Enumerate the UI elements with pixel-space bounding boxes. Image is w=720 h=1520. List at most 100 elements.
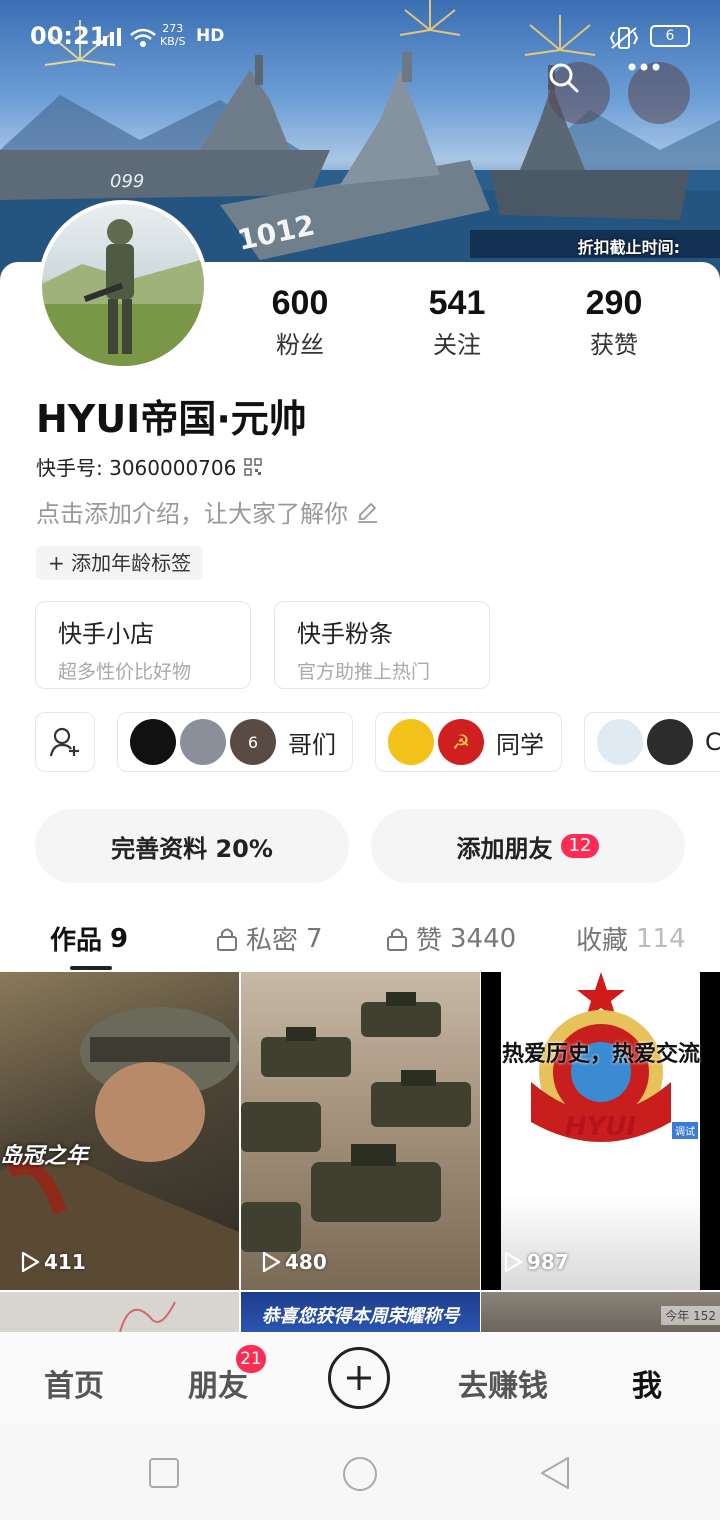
service-kuaishou-shop[interactable]: 快手小店 超多性价比好物 [35, 601, 251, 689]
stat-likes-value: 290 [585, 284, 643, 322]
recent-apps-icon[interactable] [148, 1457, 180, 1489]
tab-count: 9 [110, 923, 129, 954]
video-corner-tag: 今年 152 [661, 1306, 720, 1325]
tab-count: 7 [306, 923, 323, 954]
intro-placeholder: 点击添加介绍，让大家了解你 [36, 500, 348, 528]
video-thumbnail[interactable]: HYUI 调试 热爱历史，热爱交流 987 [481, 972, 720, 1290]
tab-label: 私密 [246, 926, 299, 956]
member-avatar [388, 719, 434, 765]
complete-profile-button[interactable]: 完善资料 20% [35, 809, 349, 883]
play-icon [21, 1251, 40, 1273]
video-thumbnail[interactable]: 恭喜您获得本周荣耀称号 [241, 1292, 480, 1332]
member-avatar: ☭ [438, 719, 484, 765]
stat-following[interactable]: 541 关注 [387, 284, 527, 360]
tab-label: 赞 [416, 926, 443, 956]
complete-profile-label: 完善资料 20% [111, 834, 273, 863]
group-third[interactable]: C [584, 712, 720, 772]
member-count-badge: 6 [230, 719, 276, 765]
create-post-button[interactable] [328, 1347, 390, 1409]
back-triangle-icon[interactable] [538, 1455, 572, 1491]
group-label: 同学 [496, 730, 544, 759]
tab-private[interactable]: 私密 7 [216, 920, 323, 957]
avatar[interactable] [38, 200, 208, 370]
status-time: 00:21 [30, 22, 107, 50]
stat-fans-label: 粉丝 [276, 331, 324, 359]
tab-count: 114 [636, 923, 686, 954]
member-avatar [180, 719, 226, 765]
stat-likes-label: 获赞 [590, 331, 638, 359]
video-overlay-text: 恭喜您获得本周荣耀称号 [261, 1306, 460, 1327]
stat-likes[interactable]: 290 获赞 [544, 284, 684, 360]
tab-liked[interactable]: 赞 3440 [386, 920, 516, 957]
edit-pencil-icon [358, 502, 377, 523]
group-classmates[interactable]: ☭ 同学 [375, 712, 562, 772]
nav-friends-badge: 21 [236, 1345, 266, 1373]
service-subtitle: 官方助推上热门 [297, 661, 431, 683]
service-kuaishou-fentiao[interactable]: 快手粉条 官方助推上热门 [274, 601, 490, 689]
battery-icon: 6 [650, 25, 690, 47]
home-circle-icon[interactable] [341, 1455, 379, 1493]
group-label: 哥们 [288, 730, 336, 759]
active-tab-indicator [70, 966, 112, 970]
video-overlay-text: 热爱历史，热爱交流 [501, 1042, 700, 1067]
stat-following-value: 541 [428, 284, 486, 322]
tab-count: 3440 [450, 923, 517, 954]
service-subtitle: 超多性价比好物 [58, 661, 192, 683]
content-tabs: 作品 9 私密 7 赞 3440 收藏 114 [0, 910, 720, 970]
intro-placeholder-row[interactable]: 点击添加介绍，让大家了解你 [36, 494, 378, 529]
view-count-value: 480 [285, 1250, 327, 1274]
nav-earn-money[interactable]: 去赚钱 [458, 1361, 548, 1405]
service-title: 快手小店 [58, 620, 154, 648]
tab-works[interactable]: 作品 9 [50, 920, 128, 957]
video-corner-tag: 调试 [672, 1122, 698, 1139]
tab-favorites[interactable]: 收藏 114 [576, 920, 686, 957]
video-view-count: 480 [261, 1250, 327, 1274]
video-overlay-text: 岛冠之年 [0, 1144, 89, 1169]
group-row: 6 哥们 ☭ 同学 C [0, 712, 720, 772]
cell-signal-icon [96, 28, 121, 46]
lock-icon [387, 928, 407, 951]
group-brothers[interactable]: 6 哥们 [117, 712, 353, 772]
video-thumbnail[interactable]: 岛冠之年 411 [0, 972, 239, 1290]
video-cover-emblem: HYUI 调试 [501, 972, 700, 1290]
hd-indicator: HD [196, 26, 225, 46]
member-avatar [130, 719, 176, 765]
more-button[interactable] [628, 62, 690, 124]
wifi-icon [130, 28, 156, 47]
stat-fans-value: 600 [271, 284, 329, 322]
kuaishou-id-row[interactable]: 快手号: 3060000706 [36, 452, 263, 481]
add-friends-label: 添加朋友 [456, 834, 553, 863]
video-thumbnail[interactable]: 480 [241, 972, 480, 1290]
qr-code-icon[interactable] [244, 457, 263, 476]
add-age-tag-button[interactable]: + 添加年龄标签 [36, 546, 204, 580]
hammer-sickle-icon: ☭ [452, 730, 470, 754]
video-thumbnail[interactable] [0, 1292, 239, 1332]
svg-text:099: 099 [110, 171, 144, 192]
nav-me[interactable]: 我 [632, 1361, 662, 1405]
status-bar: 00:21 273 KB/S HD 6 [0, 18, 720, 58]
video-cover-tanks [241, 992, 471, 1252]
plus-icon [347, 1366, 371, 1390]
view-count-value: 987 [527, 1250, 569, 1274]
add-friends-button[interactable]: 添加朋友 12 [371, 809, 685, 883]
add-group-button[interactable] [35, 712, 95, 772]
banner-deadline-text: 折扣截止时间: [577, 238, 680, 257]
emblem-logo-text: HYUI [564, 1112, 637, 1142]
add-person-icon [49, 727, 79, 757]
kuaishou-id: 快手号: 3060000706 [36, 456, 237, 480]
stat-fans[interactable]: 600 粉丝 [230, 284, 370, 360]
add-friends-badge: 12 [560, 834, 600, 858]
tab-label: 作品 [50, 926, 103, 956]
search-icon [549, 63, 579, 93]
nav-home[interactable]: 首页 [44, 1361, 104, 1405]
video-cover-handwriting [119, 1301, 176, 1332]
more-dots-icon [628, 63, 660, 71]
lock-icon [217, 928, 237, 951]
network-speed-unit: KB/S [160, 35, 186, 48]
username: HYUI帝国·元帅 [36, 397, 307, 441]
search-button[interactable] [548, 62, 610, 124]
video-view-count: 987 [503, 1250, 569, 1274]
video-thumbnail[interactable]: 今年 152 [481, 1292, 720, 1332]
member-avatar [647, 719, 693, 765]
system-nav-bar [0, 1425, 720, 1520]
